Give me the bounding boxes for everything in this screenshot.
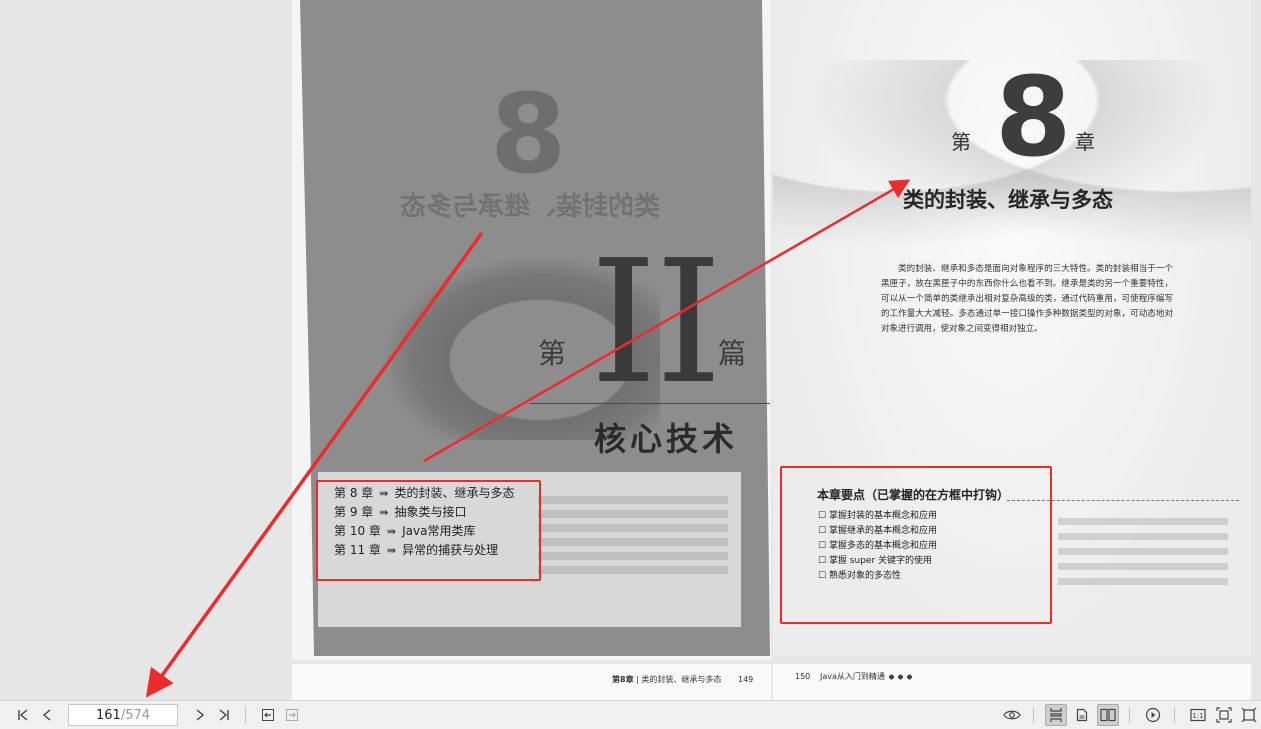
ghost-chapter-title: 类的封装、继承与多态 <box>400 192 661 222</box>
toolbar-separator <box>1033 706 1034 724</box>
next-right-page <box>773 664 1251 700</box>
chapter-suffix: 章 <box>1075 130 1095 154</box>
actual-size-icon[interactable]: 1:1 <box>1187 704 1209 726</box>
ghost-text-lines <box>1058 510 1228 590</box>
eye-icon[interactable] <box>1001 704 1023 726</box>
last-page-icon[interactable] <box>213 704 235 726</box>
rating-dots-icon <box>887 672 916 681</box>
two-page-icon[interactable] <box>1097 704 1119 726</box>
fullscreen-icon[interactable] <box>1238 704 1260 726</box>
page-number-left: 149 <box>738 675 754 684</box>
annotation-box-toc <box>316 480 541 581</box>
forward-icon[interactable] <box>281 704 303 726</box>
page-number-right: 150 <box>795 672 811 681</box>
part-suffix: 篇 <box>718 337 747 370</box>
toolbar-separator <box>245 706 246 724</box>
chapter-prefix: 第 <box>951 130 971 154</box>
chapter-number: 8 <box>995 53 1072 181</box>
back-icon[interactable] <box>257 704 279 726</box>
running-head-left: 第8章 | 类的封装、继承与多态 <box>612 675 722 684</box>
prev-page-icon[interactable] <box>36 704 58 726</box>
single-page-icon[interactable] <box>1071 704 1093 726</box>
toolbar-separator <box>1174 706 1175 724</box>
play-icon[interactable] <box>1142 704 1164 726</box>
running-head-right: Java从入门到精通 <box>820 671 916 682</box>
document-viewer[interactable]: 8 类的封装、继承与多态 II 第 篇 核心技术 第 8 章 ⇛ 类的封装、继承与多… <box>0 0 1261 700</box>
next-page-icon[interactable] <box>189 704 211 726</box>
part-prefix: 第 <box>538 337 567 370</box>
ghost-text-lines <box>538 490 728 580</box>
first-page-icon[interactable] <box>12 704 34 726</box>
fit-page-icon[interactable] <box>1213 704 1235 726</box>
part-title: 核心技术 <box>594 420 739 458</box>
part-roman-numeral: II <box>590 224 722 422</box>
page-number-input[interactable]: 161/574 <box>68 704 178 726</box>
chapter-intro: 类的封装、继承和多态是面向对象程序的三大特性。类的封装相当于一个黑匣子，放在黑匣… <box>881 264 1173 334</box>
current-page: 161 <box>95 707 121 723</box>
ghost-chapter-number: 8 <box>490 70 567 198</box>
annotation-box-key-points <box>780 466 1052 624</box>
chapter-title: 类的封装、继承与多态 <box>903 188 1113 212</box>
toolbar-separator <box>1129 706 1130 724</box>
divider <box>530 403 770 404</box>
continuous-page-icon[interactable] <box>1045 704 1067 726</box>
viewer-toolbar: 161/574 1:1 <box>0 700 1261 729</box>
total-pages: /574 <box>120 707 151 723</box>
svg-text:1:1: 1:1 <box>1192 712 1203 720</box>
